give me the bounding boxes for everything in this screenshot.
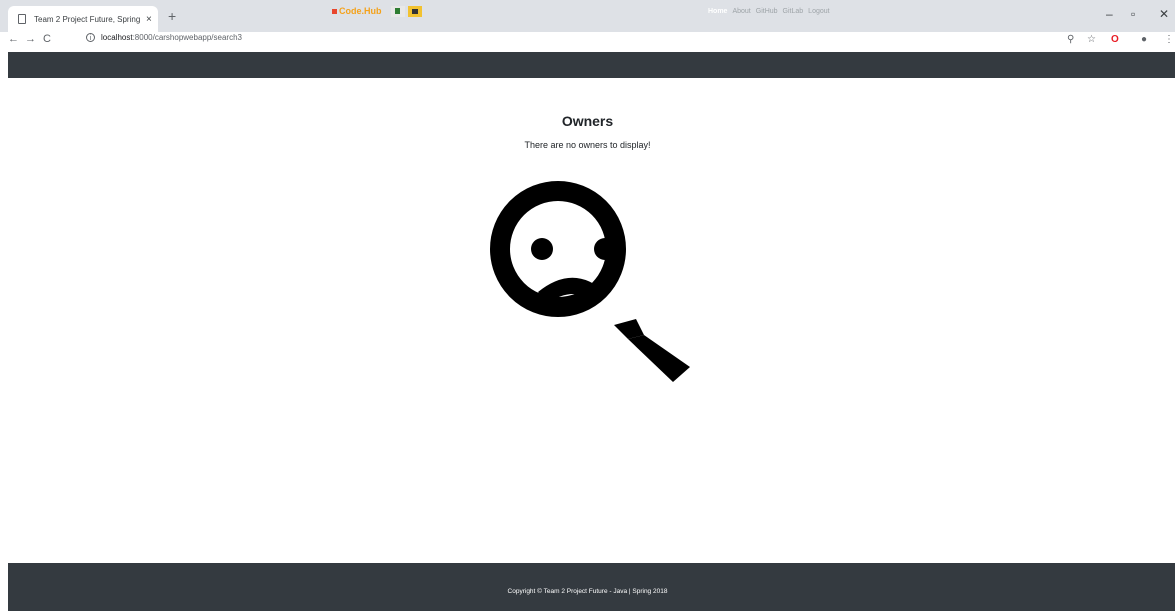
tab-close-icon[interactable]: ×	[146, 14, 152, 25]
minimize-icon[interactable]: –	[1106, 7, 1113, 21]
info-icon[interactable]: i	[86, 33, 95, 42]
nav-link-gitlab[interactable]: GitLab	[783, 8, 804, 15]
browser-tab-strip: Team 2 Project Future, Spring M × + – ▫ …	[0, 0, 1175, 32]
nav-link-about[interactable]: About	[732, 8, 750, 15]
url-host: localhost	[101, 33, 133, 42]
address-bar[interactable]: i localhost:8000/carshopwebapp/search3	[86, 33, 242, 42]
tab-title: Team 2 Project Future, Spring M	[34, 14, 142, 24]
url-path: :8000/carshopwebapp/search3	[132, 33, 242, 42]
forward-icon[interactable]: →	[25, 33, 36, 45]
language-flag-greek-icon[interactable]	[391, 6, 405, 17]
back-icon[interactable]: ←	[8, 33, 19, 45]
browser-toolbar: ← → C i localhost:8000/carshopwebapp/sea…	[0, 32, 1175, 48]
empty-state-message: There are no owners to display!	[524, 140, 651, 150]
site-footer	[8, 563, 1175, 611]
nav-link-home[interactable]: Home	[708, 8, 727, 15]
reload-icon[interactable]: C	[43, 33, 51, 45]
brand-mark-icon	[332, 8, 337, 14]
zoom-icon[interactable]: ⚲	[1067, 34, 1074, 45]
brand-text: Code.Hub	[339, 6, 382, 16]
page-icon	[18, 14, 26, 24]
brand-logo[interactable]: Code.Hub	[332, 6, 382, 16]
language-flag-english-icon[interactable]	[408, 6, 422, 17]
nav-link-github[interactable]: GitHub	[756, 8, 778, 15]
bookmark-star-icon[interactable]: ☆	[1087, 34, 1096, 45]
site-navbar	[8, 52, 1175, 78]
new-tab-button[interactable]: +	[168, 8, 176, 24]
close-window-icon[interactable]: ✕	[1159, 7, 1169, 21]
nav-link-logout[interactable]: Logout	[808, 8, 829, 15]
sad-face-magnifier-icon	[490, 181, 690, 382]
opera-extension-icon[interactable]: O	[1111, 34, 1119, 45]
browser-tab[interactable]: Team 2 Project Future, Spring M ×	[8, 6, 158, 32]
profile-icon[interactable]: ●	[1141, 34, 1147, 45]
restore-icon[interactable]: ▫	[1131, 7, 1135, 21]
footer-copyright: Copyright © Team 2 Project Future - Java…	[507, 588, 668, 595]
page-title: Owners	[561, 113, 614, 129]
menu-dots-icon[interactable]: ⋮	[1164, 34, 1174, 45]
nav-menu: Home About GitHub GitLab Logout	[708, 8, 830, 15]
